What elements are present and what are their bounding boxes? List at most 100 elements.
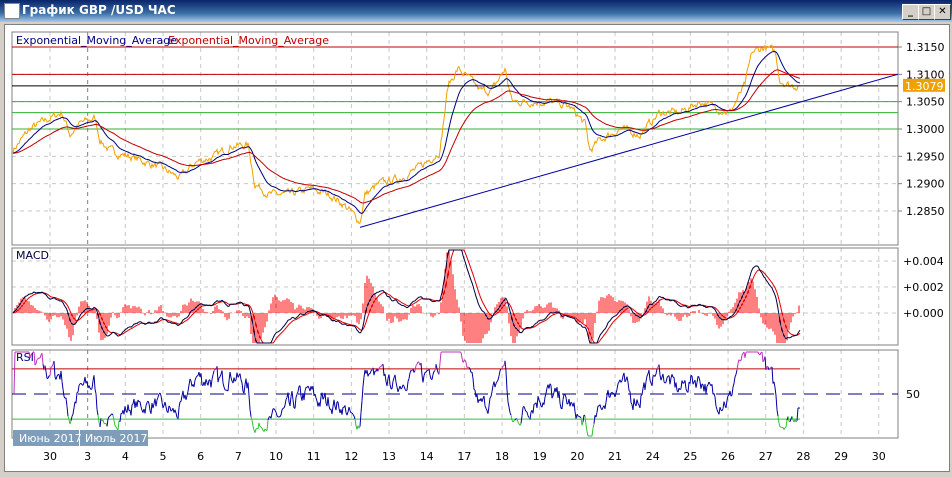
- rsi-segment: [527, 415, 530, 418]
- rsi-segment: [394, 374, 397, 383]
- rsi-segment: [471, 371, 474, 379]
- x-tick-label: 24: [646, 450, 660, 463]
- rsi-segment: [221, 370, 224, 384]
- rsi-segment: [519, 423, 522, 426]
- rsi-segment: [279, 414, 282, 417]
- rsi-segment: [716, 409, 719, 413]
- rsi-segment: [349, 410, 352, 414]
- rsi-segment: [294, 397, 297, 409]
- rsi-segment: [382, 364, 385, 376]
- rsi-segment: [389, 384, 392, 389]
- rsi-segment: [636, 399, 639, 404]
- rsi-segment: [77, 385, 80, 393]
- x-tick-label: 5: [160, 450, 167, 463]
- chart-canvas[interactable]: Exponential_Moving_Average Exponential_M…: [0, 0, 952, 477]
- rsi-segment: [483, 395, 486, 406]
- rsi-segment: [565, 397, 568, 405]
- rsi-segment: [219, 374, 222, 377]
- rsi-segment: [615, 389, 618, 394]
- rsi-segment: [341, 407, 344, 415]
- legend-ema-slow: Exponential_Moving_Average: [168, 34, 329, 47]
- x-tick-label: 4: [122, 450, 129, 463]
- rsi-segment: [327, 397, 330, 407]
- rsi-segment: [165, 406, 168, 412]
- rsi-segment: [637, 403, 640, 406]
- rsi-segment: [319, 396, 322, 407]
- rsi-segment: [210, 379, 213, 388]
- rsi-segment: [407, 378, 410, 382]
- rsi-segment: [682, 382, 685, 384]
- rsi-segment: [648, 370, 651, 381]
- rsi-segment: [223, 386, 226, 390]
- rsi-segment: [464, 359, 467, 363]
- rsi-segment: [607, 390, 610, 397]
- rsi-segment: [218, 376, 221, 379]
- rsi-segment: [348, 406, 351, 411]
- rsi-segment: [586, 431, 589, 437]
- rsi-segment: [508, 406, 511, 413]
- rsi-segment: [623, 372, 626, 382]
- x-tick-label: 14: [420, 450, 434, 463]
- rsi-segment: [346, 411, 349, 416]
- price-tick-label: 1.2900: [906, 178, 945, 191]
- rsi-segment: [111, 413, 114, 416]
- rsi-segment: [243, 384, 246, 394]
- rsi-segment: [147, 400, 150, 404]
- rsi-segment: [304, 387, 307, 392]
- rsi-segment: [36, 358, 39, 360]
- rsi-segment: [550, 385, 553, 399]
- rsi-segment: [655, 368, 658, 374]
- price-tick-label: 1.3000: [906, 123, 945, 136]
- rsi-segment: [706, 384, 709, 387]
- rsi-segment: [289, 396, 292, 406]
- rsi-segment: [417, 361, 420, 363]
- rsi-segment: [436, 368, 439, 373]
- rsi-segment: [523, 406, 526, 410]
- rsi-segment: [230, 377, 233, 382]
- rsi-segment: [354, 418, 357, 426]
- rsi-segment: [485, 408, 488, 411]
- rsi-segment: [406, 381, 409, 391]
- rsi-segment: [698, 377, 701, 382]
- rsi-segment: [593, 415, 596, 424]
- rsi-segment: [489, 396, 492, 399]
- rsi-segment: [205, 379, 208, 383]
- rsi-tick-label: 50: [906, 388, 920, 401]
- rsi-segment: [88, 385, 91, 389]
- rsi-segment: [61, 381, 64, 390]
- rsi-segment: [155, 400, 158, 407]
- rsi-segment: [429, 375, 432, 380]
- rsi-segment: [669, 378, 672, 385]
- rsi-segment: [582, 414, 585, 422]
- rsi-segment: [41, 353, 44, 365]
- rsi-label: RSI: [16, 351, 34, 364]
- rsi-segment: [645, 375, 648, 382]
- rsi-segment: [331, 406, 334, 414]
- rsi-segment: [112, 415, 115, 421]
- x-tick-label: 10: [269, 450, 283, 463]
- legend-ema-fast: Exponential_Moving_Average: [16, 34, 177, 47]
- rsi-segment: [212, 370, 215, 375]
- rsi-segment: [297, 386, 300, 392]
- month-label-june: Июнь 2017: [19, 432, 82, 445]
- rsi-segment: [314, 393, 317, 398]
- last-price-label: 1.3079: [905, 80, 944, 93]
- rsi-segment: [33, 351, 36, 366]
- rsi-segment: [517, 421, 520, 425]
- rsi-segment: [734, 374, 737, 378]
- rsi-segment: [428, 368, 431, 376]
- rsi-segment: [488, 398, 491, 407]
- x-tick-label: 27: [759, 450, 773, 463]
- rsi-segment: [773, 381, 776, 388]
- rsi-segment: [532, 404, 535, 414]
- rsi-segment: [413, 370, 416, 373]
- month-label-july: Июль 2017: [85, 432, 148, 445]
- rsi-segment: [423, 372, 426, 376]
- rsi-segment: [283, 405, 286, 409]
- rsi-segment: [654, 373, 657, 377]
- rsi-segment: [785, 420, 788, 428]
- rsi-segment: [266, 419, 269, 431]
- rsi-segment: [259, 425, 262, 428]
- rsi-segment: [373, 370, 376, 376]
- rsi-segment: [664, 381, 667, 384]
